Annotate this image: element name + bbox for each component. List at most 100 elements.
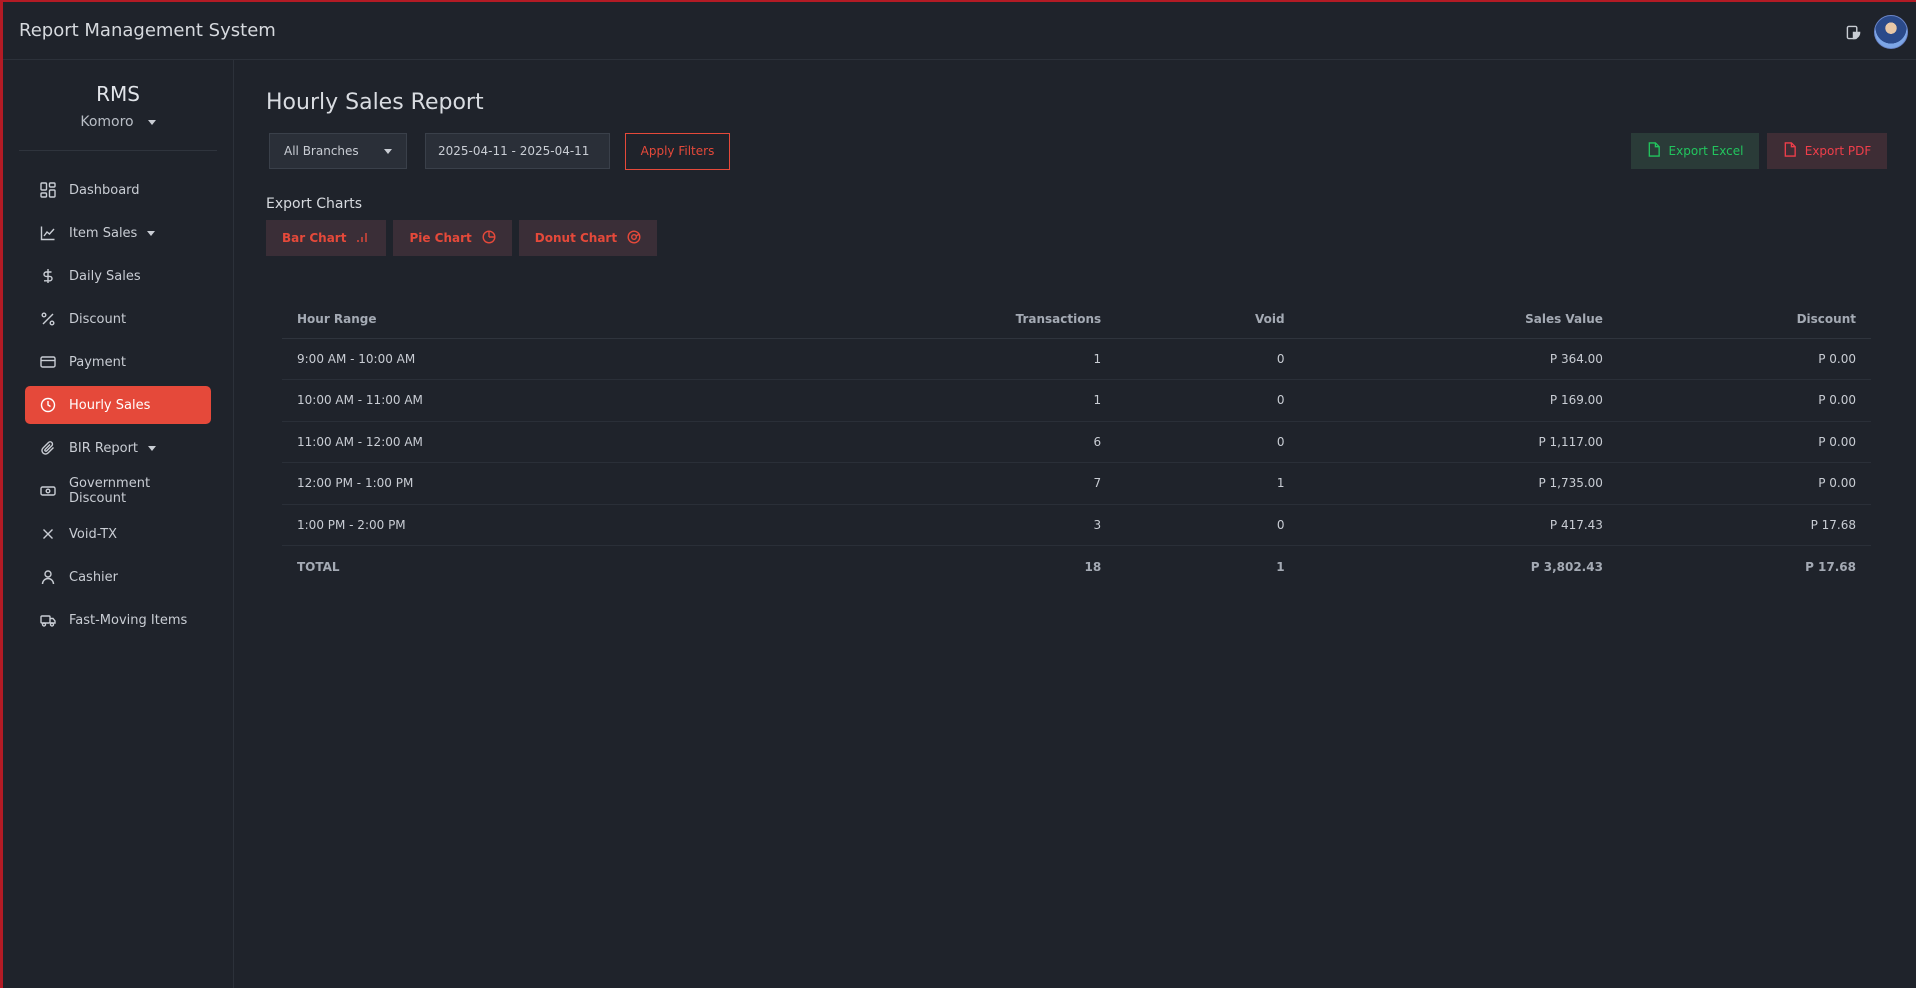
cell-discount: P 0.00 (1602, 379, 1871, 422)
cell-hour-range: 10:00 AM - 11:00 AM (282, 379, 806, 422)
chevron-down-icon (147, 230, 156, 236)
sidebar-item-discount[interactable]: Discount (25, 300, 211, 338)
cell-transactions: 1 (805, 338, 1102, 380)
truck-icon (39, 611, 57, 629)
sidebar-item-bir-report[interactable]: BIR Report (25, 429, 211, 467)
sidebar-item-government-discount[interactable]: Government Discount (25, 472, 211, 510)
table-row: 11:00 AM - 12:00 AM 6 0 P 1,117.00 P 0.0… (282, 421, 1871, 463)
export-excel-button[interactable]: Export Excel (1631, 133, 1759, 169)
sidebar-divider (19, 150, 217, 151)
sidebar-item-label: Payment (69, 354, 126, 370)
clock-icon (39, 396, 57, 414)
export-charts-title: Export Charts (266, 196, 363, 212)
col-void[interactable]: Void (1101, 300, 1285, 339)
user-avatar[interactable] (1874, 15, 1908, 49)
donut-chart-label: Donut Chart (534, 231, 618, 245)
table-row: 10:00 AM - 11:00 AM 1 0 P 169.00 P 0.00 (282, 379, 1871, 422)
table-row: 9:00 AM - 10:00 AM 1 0 P 364.00 P 0.00 (282, 338, 1871, 380)
export-pdf-button[interactable]: Export PDF (1767, 133, 1887, 169)
cell-sales-value: P 1,117.00 (1284, 421, 1603, 463)
chevron-down-icon (147, 119, 156, 125)
cell-total-void: 1 (1276, 559, 1285, 574)
x-icon (39, 525, 57, 543)
sidebar-item-dashboard[interactable]: Dashboard (25, 171, 211, 209)
credit-card-icon (39, 353, 57, 371)
cell-void: 0 (1101, 421, 1285, 463)
col-transactions[interactable]: Transactions (805, 300, 1102, 339)
branch-select-value: All Branches (284, 144, 359, 158)
hourly-sales-table: Hour Range Transactions Void Sales Value… (282, 300, 1871, 587)
cell-transactions: 3 (805, 504, 1102, 546)
table-container: Hour Range Transactions Void Sales Value… (266, 300, 1871, 587)
bar-chart-label: Bar Chart (282, 231, 347, 245)
sidebar-item-label: Cashier (69, 569, 119, 585)
donut-chart-icon (627, 229, 641, 247)
chevron-down-icon (384, 148, 392, 154)
dashboard-icon (39, 181, 57, 199)
cell-hour-range: 1:00 PM - 2:00 PM (282, 504, 806, 546)
cell-hour-range: 11:00 AM - 12:00 AM (282, 421, 806, 463)
sidebar-item-label: Fast-Moving Items (69, 612, 188, 628)
sidebar-item-label: Daily Sales (69, 268, 141, 284)
chevron-down-icon (148, 445, 157, 451)
paperclip-icon (39, 439, 57, 457)
cell-hour-range: 12:00 PM - 1:00 PM (282, 462, 806, 505)
sidebar-item-fast-moving-items[interactable]: Fast-Moving Items (25, 601, 211, 639)
theme-toggle-icon[interactable] (1844, 23, 1862, 41)
col-discount[interactable]: Discount (1602, 300, 1871, 339)
sidebar-item-label: Hourly Sales (69, 397, 151, 413)
brand-name: RMS (96, 82, 140, 106)
cell-total-transactions: 18 (1084, 559, 1102, 574)
bar-chart-icon (356, 230, 370, 247)
branch-select[interactable]: All Branches (269, 133, 407, 169)
file-icon (1647, 142, 1661, 160)
page-title: Hourly Sales Report (266, 90, 484, 115)
sidebar-item-daily-sales[interactable]: Daily Sales (25, 257, 211, 295)
pie-chart-icon (482, 229, 496, 247)
table-row: 1:00 PM - 2:00 PM 3 0 P 417.43 P 17.68 (282, 504, 1871, 546)
cell-transactions: 6 (805, 421, 1102, 463)
cell-transactions: 7 (805, 462, 1102, 505)
date-range-input[interactable] (425, 133, 610, 169)
store-name: Komoro (80, 114, 134, 130)
sidebar-item-label: Discount (69, 311, 127, 327)
cell-total-label: TOTAL (297, 559, 340, 574)
sidebar-item-hourly-sales[interactable]: Hourly Sales (25, 386, 211, 424)
sidebar-item-void-tx[interactable]: Void-TX (25, 515, 211, 553)
pie-chart-label: Pie Chart (409, 231, 472, 245)
sidebar-item-label: Government Discount (68, 476, 151, 506)
table-header-row: Hour Range Transactions Void Sales Value… (282, 300, 1871, 339)
top-right-actions (1844, 15, 1908, 49)
col-sales-value[interactable]: Sales Value (1284, 300, 1603, 339)
main-content: Hourly Sales Report All Branches Apply F… (266, 60, 1916, 587)
app-title: Report Management System (19, 20, 276, 41)
bar-chart-button[interactable]: Bar Chart (266, 220, 387, 256)
donut-chart-button[interactable]: Donut Chart (518, 220, 658, 256)
cell-discount: P 17.68 (1602, 504, 1871, 546)
cell-discount: P 0.00 (1602, 462, 1871, 505)
col-hour-range[interactable]: Hour Range (282, 300, 806, 339)
brand: RMS Komoro (3, 60, 233, 130)
percent-icon (39, 310, 57, 328)
apply-filters-button[interactable]: Apply Filters (625, 132, 730, 170)
cell-discount: P 0.00 (1602, 421, 1871, 463)
cell-sales-value: P 169.00 (1284, 379, 1603, 422)
export-chart-buttons: Bar Chart Pie Chart Donut Chart (266, 220, 1916, 256)
store-selector[interactable]: Komoro (3, 114, 233, 130)
cell-sales-value: P 1,735.00 (1284, 462, 1603, 505)
cell-hour-range: 9:00 AM - 10:00 AM (282, 338, 806, 380)
cell-void: 0 (1101, 504, 1285, 546)
cell-total-sales-value: P 3,802.43 (1530, 559, 1603, 574)
cell-transactions: 1 (805, 379, 1102, 422)
sidebar-item-label: BIR Report (69, 440, 139, 456)
sidebar-item-cashier[interactable]: Cashier (25, 558, 211, 596)
filter-bar: All Branches Apply Filters Export Excel … (266, 132, 1916, 170)
dollar-icon (39, 267, 57, 285)
sidebar-item-label: Item Sales (69, 225, 138, 241)
pie-chart-button[interactable]: Pie Chart (393, 220, 512, 256)
table-total-row: TOTAL 18 1 P 3,802.43 P 17.68 (282, 546, 1871, 588)
sidebar-item-payment[interactable]: Payment (25, 343, 211, 381)
cell-void: 0 (1101, 379, 1285, 422)
sidebar-item-item-sales[interactable]: Item Sales (25, 214, 211, 252)
export-group: Export Excel Export PDF (1631, 133, 1887, 169)
